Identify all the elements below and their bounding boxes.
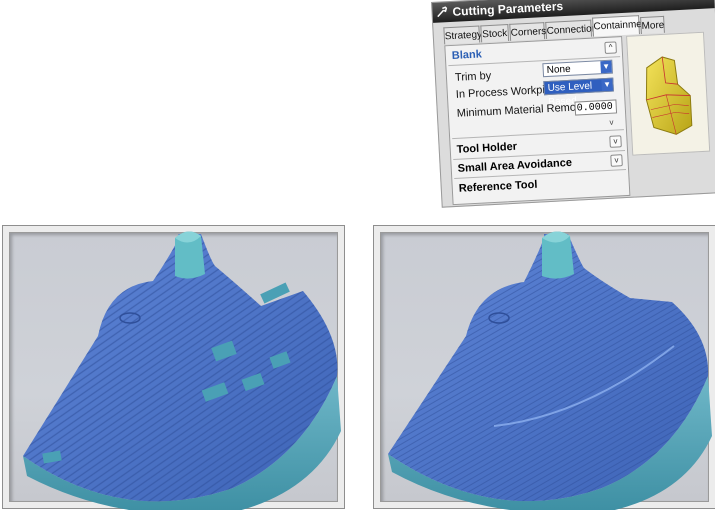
- minimize-icon[interactable]: –: [694, 0, 700, 3]
- chevron-down-icon[interactable]: v: [609, 135, 622, 148]
- tab-strategy[interactable]: Strategy: [443, 25, 482, 45]
- containment-panel: Blank ^ Trim by None ▼ In Process Workpi…: [444, 36, 631, 206]
- chevron-down-icon[interactable]: ▼: [600, 60, 612, 74]
- toolpath-result-viewport-left[interactable]: [2, 225, 345, 510]
- chevron-down-icon[interactable]: v: [609, 118, 613, 127]
- containment-preview-image: [626, 31, 711, 156]
- dialog-titlebar[interactable]: Cutting Parameters – x: [432, 0, 715, 23]
- wrench-icon: [437, 6, 448, 18]
- dialog-frame: Cutting Parameters – x Strategy Stock Co…: [431, 0, 715, 208]
- chevron-down-icon[interactable]: ▼: [601, 78, 613, 92]
- cutting-parameters-dialog: Cutting Parameters – x Strategy Stock Co…: [431, 0, 715, 208]
- close-icon[interactable]: x: [705, 0, 711, 3]
- min-material-removed-input[interactable]: 0.0000: [574, 99, 618, 116]
- machined-part-with-islands: [23, 231, 341, 510]
- trim-by-dropdown[interactable]: None ▼: [542, 59, 613, 78]
- in-process-workpiece-dropdown[interactable]: Use Level Based ▼: [543, 77, 614, 108]
- tab-stock[interactable]: Stock: [480, 23, 510, 43]
- tab-bar: Strategy Stock Corners Connections Conta…: [443, 15, 665, 45]
- section-blank-label: Blank: [451, 48, 483, 62]
- tab-containment[interactable]: Containment: [592, 15, 650, 37]
- min-material-removed-label: Minimum Material Removed: [456, 100, 594, 120]
- tab-corners[interactable]: Corners: [509, 22, 547, 41]
- chevron-down-icon[interactable]: v: [610, 154, 623, 167]
- dialog-title: Cutting Parameters: [452, 0, 564, 19]
- section-reference-tool-label: Reference Tool: [458, 178, 538, 195]
- part-preview-illustration: [645, 56, 693, 135]
- tab-more[interactable]: More: [640, 15, 665, 35]
- machined-part-level-based: [388, 231, 712, 510]
- chevron-up-icon[interactable]: ^: [604, 41, 617, 54]
- trim-by-value: None: [546, 63, 571, 77]
- toolpath-result-viewport-right[interactable]: [373, 225, 715, 510]
- section-tool-holder-label: Tool Holder: [456, 140, 518, 156]
- tab-connections[interactable]: Connections: [545, 19, 603, 40]
- trim-by-label: Trim by: [454, 69, 492, 84]
